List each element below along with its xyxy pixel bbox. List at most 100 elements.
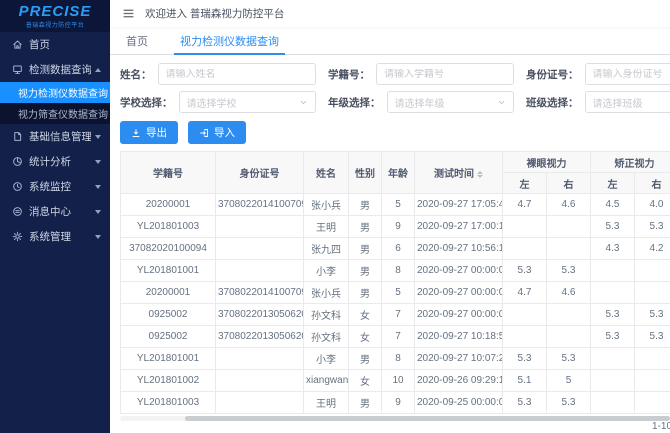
cell-test-time: 2020-09-27 00:00:00 [415, 304, 503, 326]
cell-corr-left: 5.3 [591, 326, 635, 348]
sidebar-item-detect-data-query[interactable]: 检测数据查询 [0, 57, 110, 82]
filter-school: 学校选择： 请选择学校 [120, 91, 316, 113]
cell-naked-right [547, 326, 591, 348]
home-icon [12, 39, 23, 50]
cell-naked-right: 4.6 [547, 194, 591, 216]
cell-id-card [216, 348, 304, 370]
cell-naked-left: 5.3 [503, 260, 547, 282]
import-icon [199, 128, 209, 138]
cell-age: 7 [382, 326, 415, 348]
cell-name: 王明 [304, 392, 349, 414]
cell-age: 6 [382, 238, 415, 260]
pie-chart-icon [12, 156, 23, 167]
import-button[interactable]: 导入 [188, 121, 246, 144]
filter-student-id: 学籍号： [328, 63, 514, 85]
cell-corr-left: 4.3 [591, 238, 635, 260]
cell-test-time: 2020-09-27 00:00:00 [415, 282, 503, 304]
filter-label-school: 学校选择： [120, 95, 173, 110]
cell-naked-right: 5.3 [547, 392, 591, 414]
grade-select[interactable]: 请选择年级 [387, 91, 515, 113]
cell-id-card [216, 238, 304, 260]
column-group-naked-vision: 裸眼视力 [503, 152, 591, 173]
sidebar-item-message-center[interactable]: 消息中心 [0, 199, 110, 224]
sidebar-subitem-label: 视力检测仪数据查询 [18, 85, 108, 100]
tab-home[interactable]: 首页 [124, 27, 150, 54]
cell-naked-left [503, 238, 547, 260]
sort-icon[interactable] [477, 171, 483, 178]
cell-id-card: 370802201410070919 [216, 282, 304, 304]
cell-id-card [216, 216, 304, 238]
export-button[interactable]: 导出 [120, 121, 178, 144]
export-button-label: 导出 [146, 125, 167, 140]
column-header-corrected-left: 左 [591, 173, 635, 194]
cell-naked-right [547, 238, 591, 260]
sidebar-subitem-vision-screener-data-query[interactable]: 视力筛查仪数据查询 [0, 103, 110, 124]
id-card-input[interactable] [593, 69, 670, 80]
cell-naked-left: 4.7 [503, 194, 547, 216]
cell-corr-right [635, 282, 670, 304]
name-field [158, 63, 317, 85]
cell-naked-left [503, 216, 547, 238]
sidebar-item-system-monitor[interactable]: 系统监控 [0, 174, 110, 199]
name-input[interactable] [166, 69, 309, 80]
sidebar-item-statistics-analysis[interactable]: 统计分析 [0, 149, 110, 174]
cell-corr-right [635, 260, 670, 282]
sidebar-subitem-vision-detector-data-query[interactable]: 视力检测仪数据查询 [0, 82, 110, 103]
grade-select-placeholder: 请选择年级 [395, 95, 498, 110]
cell-name: 小李 [304, 348, 349, 370]
cell-test-time: 2020-09-27 10:18:52 [415, 326, 503, 348]
toolbar: 导出 导入 [120, 121, 670, 144]
school-select[interactable]: 请选择学校 [179, 91, 317, 113]
sidebar-item-home[interactable]: 首页 [0, 32, 110, 57]
horizontal-scrollbar-thumb[interactable] [185, 416, 670, 421]
sidebar-item-basic-info-mgmt[interactable]: 基础信息管理 [0, 124, 110, 149]
chevron-down-icon [299, 98, 308, 107]
cell-id-card: 370802201410070919 [216, 194, 304, 216]
cell-student-id: 20200001 [121, 194, 216, 216]
table-row: YL201801003王明男92020-09-25 00:00:005.35.3 [121, 392, 670, 414]
sidebar-subitem-label: 视力筛查仪数据查询 [18, 106, 108, 121]
cell-student-id: YL201801003 [121, 216, 216, 238]
filter-class: 班级选择：请选择班级 [526, 91, 670, 113]
cell-naked-left: 5.1 [503, 370, 547, 392]
cell-naked-right [547, 304, 591, 326]
table-row: YL201801002xiangwang女102020-09-26 09:29:… [121, 370, 670, 392]
cell-age: 8 [382, 260, 415, 282]
cell-corr-left [591, 348, 635, 370]
cell-gender: 男 [349, 260, 382, 282]
column-group-corrected-vision: 矫正视力 [591, 152, 670, 173]
cell-naked-left [503, 304, 547, 326]
class-select[interactable]: 请选择班级 [585, 91, 670, 113]
cell-naked-right: 4.6 [547, 282, 591, 304]
school-select-placeholder: 请选择学校 [187, 95, 300, 110]
cell-id-card [216, 392, 304, 414]
cell-age: 9 [382, 216, 415, 238]
student-id-field [376, 63, 514, 85]
cell-corr-left: 5.3 [591, 304, 635, 326]
filter-label-name: 姓名： [120, 67, 152, 82]
cell-age: 10 [382, 370, 415, 392]
chevron-down-icon [95, 185, 101, 189]
cell-age: 7 [382, 304, 415, 326]
id-card-field [585, 63, 670, 85]
collapse-menu-icon[interactable] [122, 7, 135, 20]
sidebar-item-system-mgmt[interactable]: 系统管理 [0, 224, 110, 249]
horizontal-scrollbar-track[interactable] [120, 416, 670, 421]
data-query-icon [12, 64, 23, 75]
cell-naked-left: 5.3 [503, 392, 547, 414]
column-header-id-card: 身份证号 [216, 152, 304, 194]
column-header-name: 姓名 [304, 152, 349, 194]
cell-corr-right: 5.3 [635, 216, 670, 238]
cell-name: 孙文科 [304, 326, 349, 348]
gear-icon [12, 231, 23, 242]
results-table: 学籍号 身份证号 姓名 性别 年龄 测试时间 裸眼视力 矫正视力 [120, 151, 670, 414]
cell-age: 5 [382, 282, 415, 304]
filter-name: 姓名： [120, 63, 316, 85]
cell-corr-left [591, 370, 635, 392]
cell-test-time: 2020-09-25 00:00:00 [415, 392, 503, 414]
table-row: 0925002370802201305062028孙文科女72020-09-27… [121, 304, 670, 326]
cell-student-id: YL201801001 [121, 348, 216, 370]
student-id-input[interactable] [384, 69, 506, 80]
tab-vision-detector-data-query[interactable]: 视力检测仪数据查询 [178, 27, 281, 54]
cell-name: 小李 [304, 260, 349, 282]
